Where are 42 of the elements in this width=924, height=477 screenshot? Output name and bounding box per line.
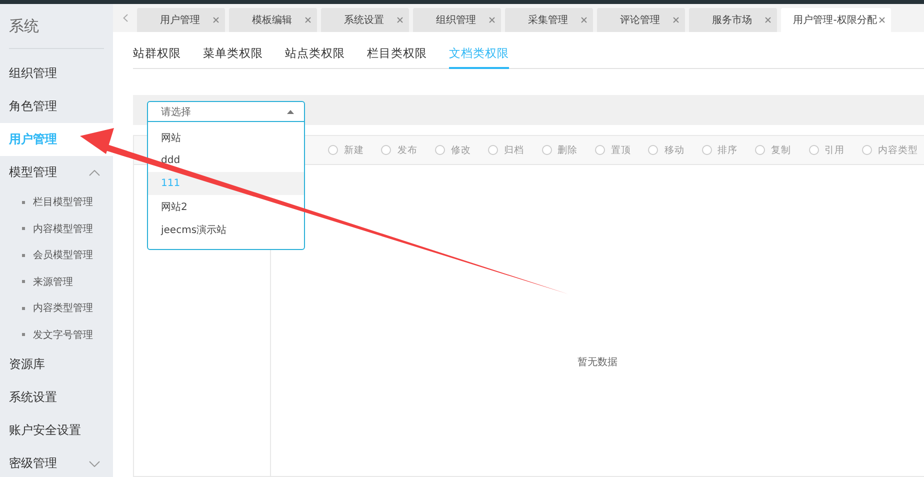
sidebar-item[interactable]: 密级管理 bbox=[0, 447, 113, 477]
sub-tab[interactable]: 站群权限 bbox=[133, 46, 181, 69]
close-icon[interactable] bbox=[489, 17, 495, 23]
tab[interactable]: 用户管理-权限分配 bbox=[781, 8, 891, 32]
tab[interactable]: 组织管理 bbox=[413, 8, 501, 32]
sidebar-item[interactable]: 资源库 bbox=[0, 348, 113, 381]
tab[interactable]: 服务市场 bbox=[689, 8, 777, 32]
sidebar-item[interactable]: 组织管理 bbox=[0, 57, 113, 90]
sidebar-subitem[interactable]: 栏目模型管理 bbox=[0, 189, 113, 216]
sidebar-item[interactable]: 角色管理 bbox=[0, 90, 113, 123]
sidebar-item[interactable]: 系统设置 bbox=[0, 381, 113, 414]
tab[interactable]: 采集管理 bbox=[505, 8, 593, 32]
chevron-left-icon[interactable] bbox=[122, 14, 128, 22]
dropdown-option[interactable]: 网站2 bbox=[148, 195, 304, 218]
sub-tab[interactable]: 站点类权限 bbox=[285, 46, 345, 69]
sidebar-item[interactable]: 模型管理 bbox=[0, 156, 113, 189]
close-icon[interactable] bbox=[397, 17, 403, 23]
tab[interactable]: 评论管理 bbox=[597, 8, 685, 32]
sidebar-subitem[interactable]: 内容类型管理 bbox=[0, 295, 113, 322]
site-select[interactable]: 请选择 bbox=[148, 102, 304, 122]
close-icon[interactable] bbox=[673, 17, 679, 23]
empty-text: 暂无数据 bbox=[578, 356, 618, 369]
sidebar-item[interactable]: 账户安全设置 bbox=[0, 414, 113, 447]
sidebar-subitem[interactable]: 会员模型管理 bbox=[0, 242, 113, 268]
tab[interactable]: 用户管理 bbox=[137, 8, 225, 32]
sub-tab[interactable]: 栏目类权限 bbox=[367, 46, 427, 69]
close-icon[interactable] bbox=[213, 17, 219, 23]
close-icon[interactable] bbox=[765, 17, 771, 23]
dropdown-option[interactable]: jeecms演示站 bbox=[148, 218, 304, 241]
close-icon[interactable] bbox=[879, 17, 885, 23]
close-icon[interactable] bbox=[305, 17, 311, 23]
sub-tab[interactable]: 菜单类权限 bbox=[203, 46, 263, 69]
sidebar-subitem[interactable]: 来源管理 bbox=[0, 268, 113, 295]
tab[interactable]: 系统设置 bbox=[321, 8, 409, 32]
tab[interactable]: 模板编辑 bbox=[229, 8, 317, 32]
sidebar-subitem[interactable]: 内容模型管理 bbox=[0, 216, 113, 242]
dropdown-option[interactable]: ddd bbox=[148, 149, 304, 172]
sidebar-title: 系统 bbox=[9, 4, 104, 49]
dropdown-option[interactable]: 网站 bbox=[148, 126, 304, 149]
sidebar-subitem[interactable]: 发文字号管理 bbox=[0, 322, 113, 348]
caret-up-icon bbox=[287, 110, 294, 114]
close-icon[interactable] bbox=[581, 17, 587, 23]
